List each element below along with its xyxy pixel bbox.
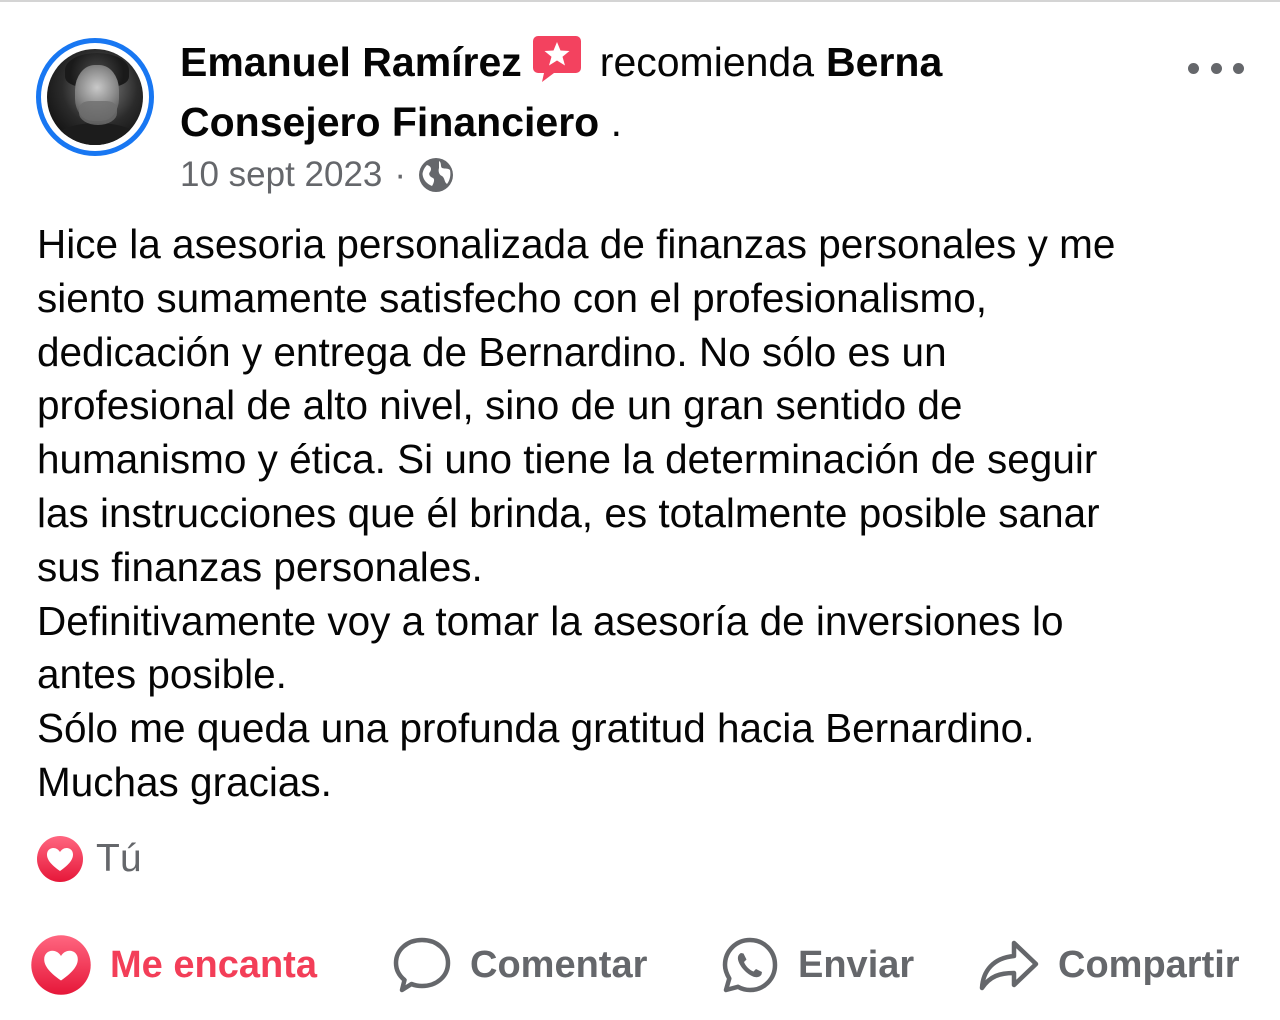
more-options-icon[interactable] (1188, 58, 1244, 78)
meta-separator: · (394, 155, 407, 194)
reactions-summary[interactable]: Tú (36, 834, 142, 884)
globe-icon[interactable] (418, 157, 454, 193)
send-button-label: Enviar (798, 943, 915, 986)
author-avatar[interactable] (36, 38, 154, 156)
comment-button[interactable]: Comentar (392, 930, 647, 1000)
post-body-line: profesional de alto nivel, sino de un gr… (37, 382, 963, 429)
comment-button-label: Comentar (470, 943, 648, 986)
author-name[interactable]: Emanuel Ramírez (180, 39, 522, 85)
recommendation-badge-icon (532, 34, 582, 100)
post-body-line: las instrucciones que él brinda, es tota… (37, 489, 1100, 536)
love-button-label: Me encanta (110, 943, 317, 986)
share-button-label: Compartir (1058, 943, 1240, 986)
reaction-count: Tú (96, 837, 142, 880)
love-button[interactable]: Me encanta (30, 930, 317, 1000)
post-body-line: Muchas gracias. (37, 758, 332, 805)
post-body-line: sus finanzas personales. (37, 543, 483, 590)
share-arrow-icon (978, 935, 1040, 995)
love-reaction-icon (36, 835, 84, 883)
top-divider (0, 0, 1280, 2)
post-body-line: dedicación y entrega de Bernardino. No s… (37, 328, 947, 375)
post-body-line: siento sumamente satisfecho con el profe… (37, 274, 987, 321)
post-body-line: Hice la asesoria personalizada de finanz… (37, 221, 1116, 267)
send-button[interactable]: Enviar (720, 930, 914, 1000)
recommends-text: recomienda (599, 39, 815, 85)
share-button[interactable]: Compartir (978, 930, 1240, 1000)
post-header: Emanuel Ramírez recomienda Berna (180, 32, 1140, 100)
action-bar: Me encanta Comentar Enviar Compartir (0, 930, 1280, 1000)
post-body-line: Definitivamente voy a tomar la asesoría … (37, 597, 1064, 644)
post-header-line2: Consejero Financiero . (180, 92, 1140, 152)
post-date[interactable]: 10 sept 2023 (180, 155, 382, 195)
avatar-photo (47, 49, 143, 145)
post-body: Hice la asesoria personalizada de finanz… (37, 218, 1262, 810)
comment-bubble-icon (392, 935, 452, 995)
whatsapp-icon (720, 935, 780, 995)
post-body-line: antes posible. (37, 651, 287, 698)
page-name-part2[interactable]: Consejero Financiero (180, 99, 599, 145)
love-reaction-icon (30, 934, 92, 996)
page-name-part1[interactable]: Berna (826, 39, 942, 85)
post-meta: 10 sept 2023 · (180, 152, 454, 198)
post-body-line: humanismo y ética. Si uno tiene la deter… (37, 436, 1098, 483)
post-body-line: Sólo me queda una profunda gratitud haci… (37, 705, 1035, 752)
header-period: . (610, 99, 623, 145)
